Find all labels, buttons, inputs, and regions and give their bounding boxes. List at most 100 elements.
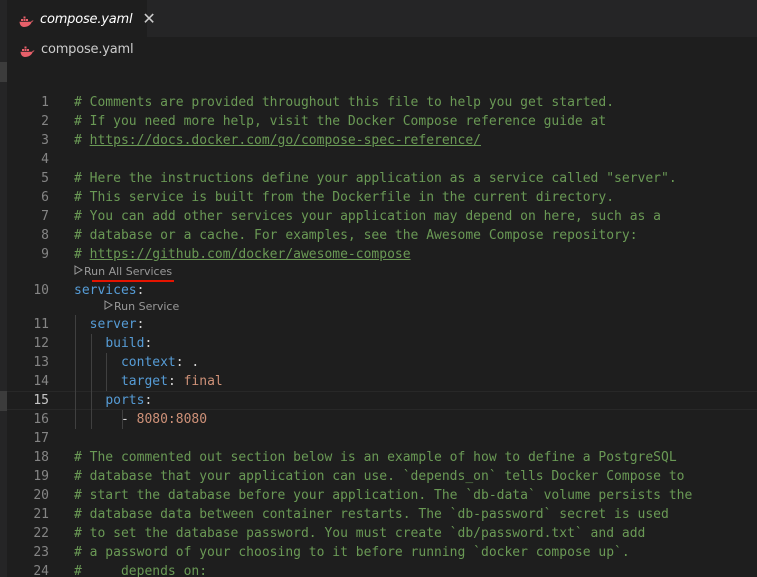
code-line[interactable]: 23 # a password of your choosing to it be… <box>7 543 757 562</box>
line-content: # If you need more help, visit the Docke… <box>74 112 606 131</box>
code-line[interactable]: 2 # If you need more help, visit the Dock… <box>7 112 757 131</box>
yaml-key: services <box>74 283 137 298</box>
code-line[interactable]: 9 # https://github.com/docker/awesome-com… <box>7 245 757 264</box>
code-line[interactable]: 15 ports: <box>7 391 757 410</box>
code-line[interactable]: 17 <box>7 429 757 448</box>
line-number: 10 <box>33 283 49 298</box>
code-line[interactable]: 18 # The commented out section below is a… <box>7 448 757 467</box>
line-content: # database data between container restar… <box>74 505 669 524</box>
comment-link[interactable]: https://docs.docker.com/go/compose-spec-… <box>90 133 481 148</box>
yaml-separator: : <box>175 355 192 370</box>
run-all-services-label: Run All Services <box>84 265 173 278</box>
code-line[interactable]: 13 context: . <box>7 353 757 372</box>
line-number: 16 <box>33 412 49 427</box>
line-number: 20 <box>33 488 49 503</box>
activity-strip <box>0 0 7 577</box>
line-content: target: final <box>74 372 223 391</box>
run-all-services-button[interactable]: Run All Services <box>74 264 172 280</box>
close-icon[interactable]: ✕ <box>142 11 155 27</box>
line-number: 5 <box>41 171 49 186</box>
yaml-key: target <box>120 374 168 389</box>
code-line[interactable]: 20 # start the database before your appli… <box>7 486 757 505</box>
comment-text: # database or a cache. For examples, see… <box>74 228 638 243</box>
line-content: server: <box>74 315 145 334</box>
editor-window: compose.yaml ✕ compose.yaml 1 # Comments … <box>0 0 757 577</box>
line-content: # start the database before your applica… <box>74 486 692 505</box>
docker-whale-icon <box>20 43 35 57</box>
comment-prefix: # <box>74 247 90 262</box>
indent-guide <box>75 315 76 429</box>
play-icon <box>74 264 84 280</box>
yaml-value: 8080:8080 <box>136 412 208 427</box>
line-number: 8 <box>41 228 49 243</box>
code-line[interactable]: 11 server: <box>7 315 757 334</box>
line-content: # Comments are provided throughout this … <box>74 93 614 112</box>
highlight-underline <box>92 280 174 282</box>
line-content: # https://github.com/docker/awesome-comp… <box>74 245 411 264</box>
code-line[interactable]: 5 # Here the instructions define your app… <box>7 169 757 188</box>
code-line[interactable]: 22 # to set the database password. You mu… <box>7 524 757 543</box>
indent-guide <box>90 334 92 429</box>
comment-text: # to set the database password. You must… <box>74 526 646 541</box>
line-number: 1 <box>41 95 49 110</box>
code-line[interactable]: 14 target: final <box>7 372 757 391</box>
line-content: # database or a cache. For examples, see… <box>74 226 638 245</box>
line-number: 18 <box>33 450 49 465</box>
line-number: 2 <box>41 114 49 129</box>
comment-text: # database data between container restar… <box>74 507 669 522</box>
yaml-key: server <box>89 317 137 332</box>
line-number: 13 <box>33 355 49 370</box>
line-content: services: <box>74 281 144 300</box>
code-line[interactable]: 8 # database or a cache. For examples, se… <box>7 226 757 245</box>
line-content: - 8080:8080 <box>74 410 207 429</box>
yaml-separator: : <box>144 336 153 351</box>
indent-guide <box>121 410 123 429</box>
run-service-button[interactable]: Run Service <box>104 299 179 315</box>
comment-link[interactable]: https://github.com/docker/awesome-compos… <box>90 247 411 262</box>
breadcrumb-file[interactable]: compose.yaml <box>41 42 134 57</box>
line-content: context: . <box>74 353 199 372</box>
yaml-value: . <box>191 355 200 370</box>
line-content: # database that your application can use… <box>74 467 684 486</box>
tab-compose-yaml[interactable]: compose.yaml ✕ <box>7 0 156 37</box>
code-line[interactable]: 1 # Comments are provided throughout this… <box>7 93 757 112</box>
code-line[interactable]: 19 # database that your application can u… <box>7 467 757 486</box>
line-number: 19 <box>33 469 49 484</box>
code-line[interactable]: 3 # https://docs.docker.com/go/compose-sp… <box>7 131 757 150</box>
code-line[interactable]: 10 services: <box>7 281 757 300</box>
breadcrumb: compose.yaml <box>7 37 757 61</box>
list-dash: - <box>120 412 137 427</box>
comment-text: # a password of your choosing to it befo… <box>74 545 630 560</box>
yaml-separator: : <box>136 317 145 332</box>
line-content: # a password of your choosing to it befo… <box>74 543 630 562</box>
line-number: 17 <box>33 431 49 446</box>
yaml-separator: : <box>167 374 184 389</box>
line-number: 7 <box>41 209 49 224</box>
yaml-separator: : <box>144 393 153 408</box>
line-number: 21 <box>33 507 49 522</box>
line-content: # You can add other services your applic… <box>74 207 661 226</box>
code-line[interactable]: 21 # database data between container rest… <box>7 505 757 524</box>
line-number: 11 <box>33 317 49 332</box>
code-line[interactable]: 24 # depends_on: <box>7 562 757 577</box>
code-line[interactable]: 6 # This service is built from the Docker… <box>7 188 757 207</box>
comment-text: # You can add other services your applic… <box>74 209 661 224</box>
run-service-label: Run Service <box>114 300 180 313</box>
comment-text: # depends_on: <box>74 564 208 577</box>
code-line[interactable]: 12 build: <box>7 334 757 353</box>
tab-label: compose.yaml <box>40 11 133 27</box>
code-line[interactable]: 7 # You can add other services your appli… <box>7 207 757 226</box>
line-number: 12 <box>33 336 49 351</box>
line-content: build: <box>74 334 152 353</box>
code-line[interactable]: 16 - 8080:8080 <box>7 410 757 429</box>
comment-text: # If you need more help, visit the Docke… <box>74 114 607 129</box>
line-content: # This service is built from the Dockerf… <box>74 188 614 207</box>
code-editor[interactable]: 1 # Comments are provided throughout this… <box>7 62 757 577</box>
line-number: 23 <box>33 545 49 560</box>
code-line[interactable]: 4 <box>7 150 757 169</box>
line-number: 6 <box>41 190 49 205</box>
